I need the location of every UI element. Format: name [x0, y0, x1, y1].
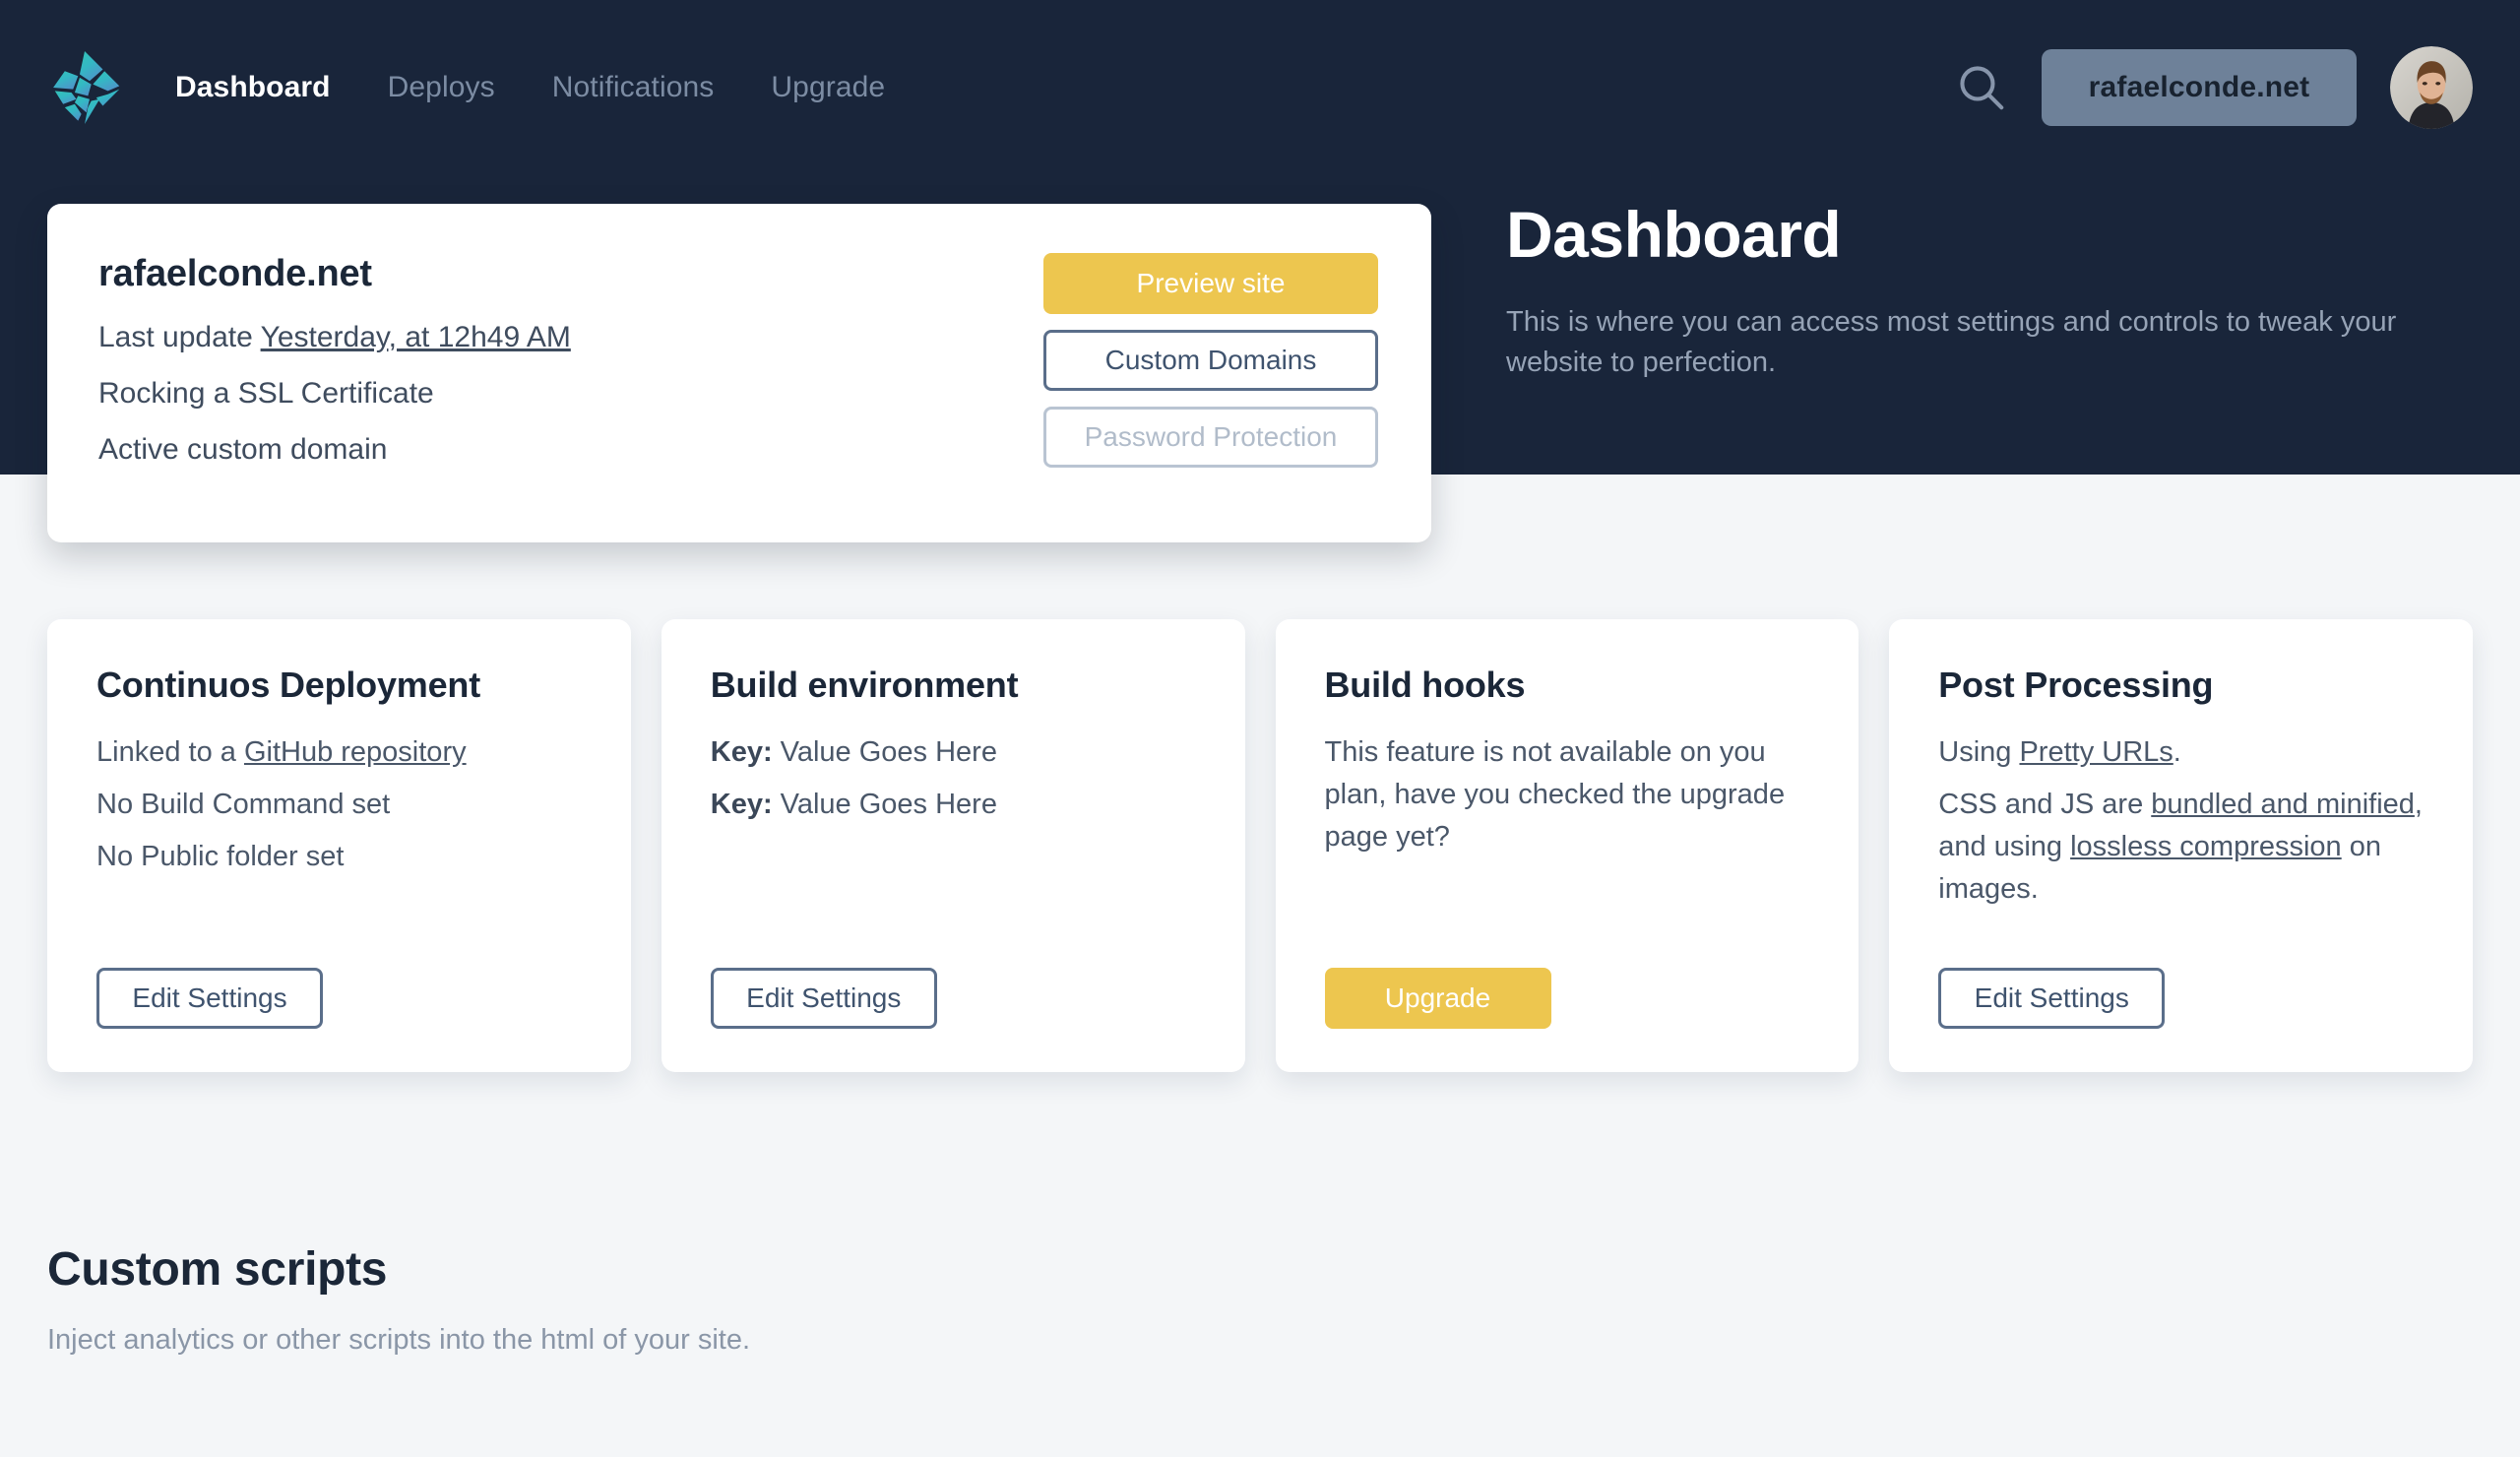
- bundling-row: CSS and JS are bundled and minified, and…: [1938, 784, 2424, 911]
- env-key: Key:: [710, 736, 773, 768]
- custom-scripts-title: Custom scripts: [47, 1243, 388, 1296]
- env-value: Value Goes Here: [772, 788, 997, 820]
- cd-repo-row: Linked to a GitHub repository: [96, 731, 582, 774]
- lossless-compression-link[interactable]: lossless compression: [2070, 831, 2342, 862]
- card-title: Continuos Deployment: [96, 665, 480, 705]
- pp-line2-prefix: CSS and JS are: [1938, 788, 2152, 820]
- cd-public-folder: No Public folder set: [96, 840, 345, 872]
- cd-repo-prefix: Linked to a: [96, 736, 244, 768]
- nav-link-notifications[interactable]: Notifications: [552, 71, 715, 104]
- page-description: This is where you can access most settin…: [1506, 306, 2397, 379]
- card-title: Build hooks: [1324, 665, 1526, 705]
- env-value: Value Goes Here: [772, 736, 997, 768]
- card-title: Build environment: [710, 665, 1019, 705]
- nav-link-dashboard[interactable]: Dashboard: [175, 71, 331, 104]
- preview-site-button[interactable]: Preview site: [1043, 253, 1378, 314]
- page-header: Dashboard This is where you can access m…: [1506, 202, 2471, 383]
- cd-build-command: No Build Command set: [96, 788, 391, 820]
- card-post-processing: Post Processing Using Pretty URLs. CSS a…: [1889, 619, 2473, 1072]
- edit-settings-button-deployment[interactable]: Edit Settings: [96, 968, 323, 1029]
- env-var-row: Key: Value Goes Here: [711, 731, 1196, 774]
- netlify-diamond-logo-icon[interactable]: [43, 46, 126, 129]
- pretty-urls-row: Using Pretty URLs.: [1938, 731, 2424, 774]
- card-build-environment: Build environment Key: Value Goes Here K…: [661, 619, 1245, 1072]
- custom-scripts-section: Custom scripts Inject analytics or other…: [47, 1242, 1622, 1357]
- user-avatar[interactable]: [2390, 46, 2473, 129]
- last-update-link[interactable]: Yesterday, at 12h49 AM: [261, 321, 571, 353]
- nav-link-upgrade[interactable]: Upgrade: [771, 71, 885, 104]
- custom-domains-button[interactable]: Custom Domains: [1043, 330, 1378, 391]
- feature-card-grid: Continuos Deployment Linked to a GitHub …: [47, 619, 2473, 1072]
- edit-settings-button-post-processing[interactable]: Edit Settings: [1938, 968, 2166, 1029]
- upgrade-button[interactable]: Upgrade: [1324, 968, 1551, 1029]
- search-icon[interactable]: [1955, 61, 2008, 114]
- site-selector-pill[interactable]: rafaelconde.net: [2042, 49, 2357, 126]
- card-build-hooks: Build hooks This feature is not availabl…: [1275, 619, 1859, 1072]
- card-title: Post Processing: [1938, 665, 2214, 705]
- site-card-actions: Preview site Custom Domains Password Pro…: [1043, 253, 1378, 468]
- top-navigation-bar: Dashboard Deploys Notifications Upgrade …: [0, 0, 2520, 175]
- pp-line1-suffix: .: [2173, 736, 2181, 768]
- card-body: Using Pretty URLs. CSS and JS are bundle…: [1938, 731, 2424, 960]
- card-body: This feature is not available on you pla…: [1324, 736, 1786, 853]
- custom-scripts-description: Inject analytics or other scripts into t…: [47, 1324, 751, 1356]
- github-repository-link[interactable]: GitHub repository: [244, 736, 467, 768]
- bundled-and-minified-link[interactable]: bundled and minified: [2151, 789, 2415, 820]
- card-body: Key: Value Goes Here Key: Value Goes Her…: [711, 731, 1196, 960]
- card-continuous-deployment: Continuos Deployment Linked to a GitHub …: [47, 619, 631, 1072]
- password-protection-button: Password Protection: [1043, 407, 1378, 468]
- nav-link-deploys[interactable]: Deploys: [388, 71, 495, 104]
- env-var-row: Key: Value Goes Here: [711, 784, 1196, 826]
- last-update-label: Last update: [98, 321, 261, 353]
- nav-links: Dashboard Deploys Notifications Upgrade: [175, 71, 885, 104]
- card-body: Linked to a GitHub repository No Build C…: [96, 731, 582, 960]
- edit-settings-button-environment[interactable]: Edit Settings: [710, 968, 937, 1029]
- pretty-urls-link[interactable]: Pretty URLs: [2019, 736, 2173, 768]
- pp-line1-prefix: Using: [1938, 736, 2020, 768]
- env-key: Key:: [710, 788, 773, 820]
- page-title: Dashboard: [1506, 198, 1842, 271]
- site-summary-card: rafaelconde.net Last update Yesterday, a…: [47, 204, 1431, 542]
- nav-right-cluster: rafaelconde.net: [1955, 46, 2473, 129]
